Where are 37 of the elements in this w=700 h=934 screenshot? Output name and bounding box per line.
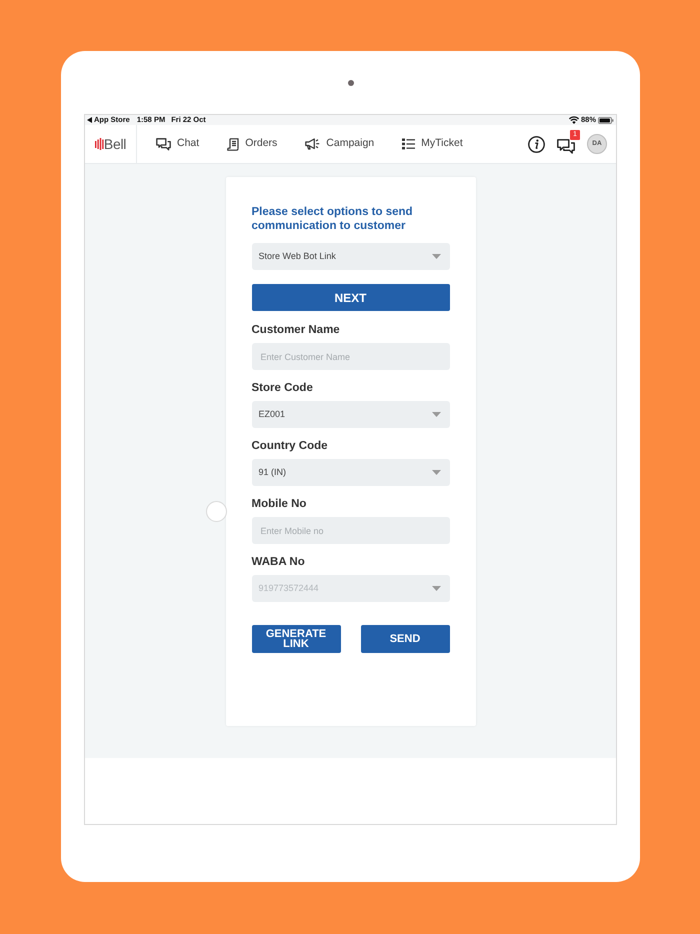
logo-text: Bell xyxy=(104,137,126,151)
caret-icon xyxy=(432,470,440,475)
document-icon xyxy=(227,138,240,150)
messages-button[interactable] xyxy=(557,139,575,155)
messages-icon xyxy=(557,139,575,155)
campaign-tab[interactable]: Campaign xyxy=(305,136,374,152)
send-button[interactable]: SEND xyxy=(360,625,450,653)
field-label: Customer Name xyxy=(252,323,341,338)
field-label: Store Code xyxy=(252,381,314,396)
logo-bars-icon xyxy=(94,138,104,150)
form-heading: Please select options to send communication to customer xyxy=(252,205,414,233)
back-arrow-icon[interactable] xyxy=(87,117,92,123)
megaphone-icon xyxy=(305,138,320,150)
info-icon xyxy=(528,136,545,152)
select-field[interactable]: Store Web Bot Link xyxy=(252,243,450,270)
field-label: WABA No xyxy=(252,555,306,570)
battery-icon xyxy=(598,116,614,124)
orders-tab[interactable]: Orders xyxy=(227,136,278,152)
input-field[interactable]: Enter Customer Name xyxy=(252,343,450,370)
ticket-tab[interactable]: MyTicket xyxy=(402,136,463,152)
chat-tab[interactable]: Chat xyxy=(156,136,200,152)
info-button[interactable] xyxy=(528,136,545,152)
field-label: Mobile No xyxy=(252,497,308,512)
field-label: Country Code xyxy=(252,439,329,454)
caret-icon xyxy=(432,254,440,259)
generate-link-button[interactable]: GENERATE LINK xyxy=(252,625,340,653)
camera-icon xyxy=(348,80,354,86)
next-button[interactable]: NEXT xyxy=(252,284,450,311)
chat-icon xyxy=(156,138,171,150)
select-field[interactable]: EZ001 xyxy=(252,401,450,428)
select-field: 919773572444 xyxy=(252,575,450,602)
input-field[interactable]: Enter Mobile no xyxy=(252,517,450,544)
select-field[interactable]: 91 (IN) xyxy=(252,459,450,486)
caret-icon xyxy=(432,412,440,417)
caret-icon xyxy=(432,586,440,591)
list-icon xyxy=(402,138,416,150)
wifi-icon xyxy=(568,116,579,124)
